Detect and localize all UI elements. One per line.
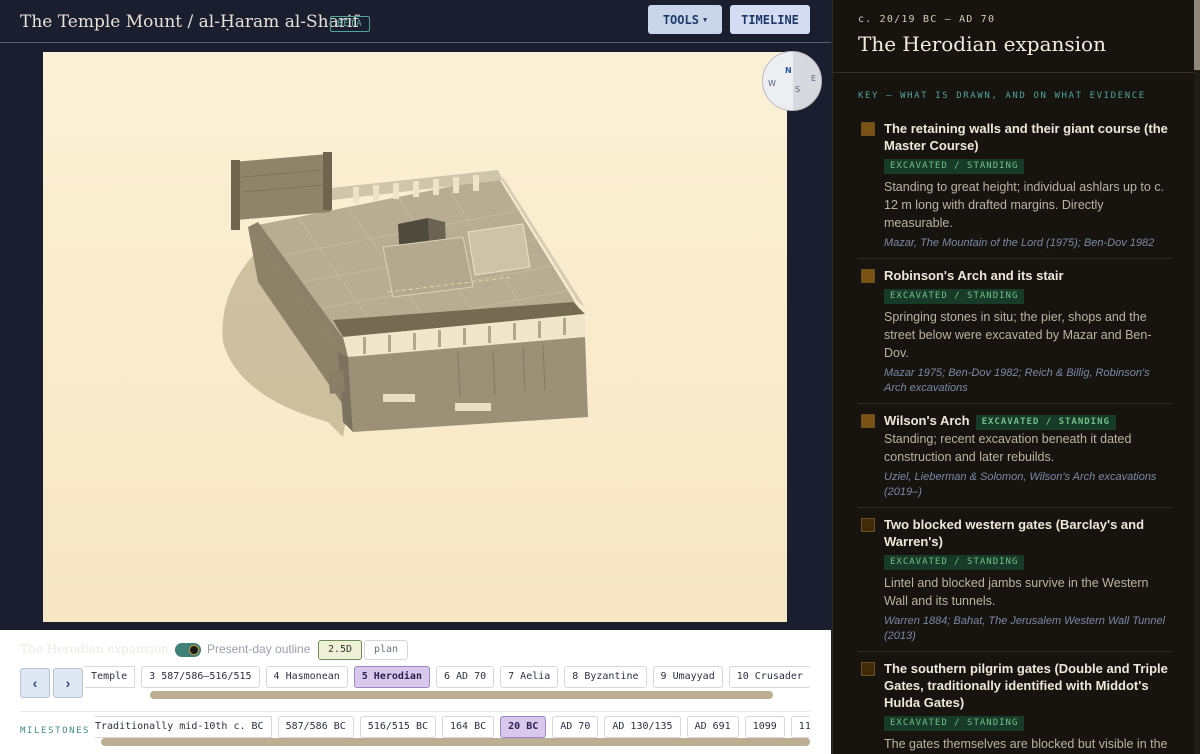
next-era-button[interactable]: › (53, 668, 83, 698)
antonia-fortress (233, 154, 331, 220)
tools-button[interactable]: TOOLS ▼ (648, 5, 722, 34)
evidence-badge: EXCAVATED / STANDING (884, 555, 1025, 570)
milestones-label: MILESTONES (20, 726, 91, 736)
milestone-chip[interactable]: 1187 (790, 716, 810, 738)
key-item-description: The gates themselves are blocked but vis… (884, 737, 1168, 751)
key-item: Wilson's Arch EXCAVATED / STANDING Standin… (858, 404, 1173, 508)
compass-w: W (768, 79, 776, 88)
model-viewport[interactable] (43, 52, 787, 622)
present-day-outline-toggle[interactable] (175, 643, 201, 657)
previous-era-button[interactable]: ‹ (20, 668, 50, 698)
key-item-description: Springing stones in situ; the pier, shop… (884, 310, 1152, 360)
present-day-outline-label: Present-day outline (207, 642, 311, 656)
key-item: The southern pilgrim gates (Double and T… (858, 652, 1173, 754)
compass-e: E (811, 74, 817, 83)
evidence-badge: EXCAVATED / STANDING (975, 415, 1116, 430)
robinsons-arch (328, 370, 345, 394)
era-date-range: c. 20/19 BC – AD 70 (858, 14, 996, 25)
triple-gate (455, 403, 491, 411)
current-era-label: The Herodian expansion (20, 642, 169, 656)
milestone-chip[interactable]: 164 BC (442, 716, 495, 738)
key-swatch-icon[interactable] (861, 269, 875, 283)
caret-down-icon: ▼ (702, 15, 708, 24)
compass-n: N (785, 66, 792, 75)
era-chip[interactable]: 9 Umayyad (652, 666, 723, 688)
era-chip[interactable]: 5 Herodian (353, 666, 430, 688)
compass[interactable]: N E W S (762, 51, 822, 111)
milestone-chip[interactable]: AD 130/135 (604, 716, 681, 738)
key-item-description: Lintel and blocked jambs survive in the … (884, 576, 1149, 608)
era-title: The Herodian expansion (858, 32, 1106, 56)
key-list: The retaining walls and their giant cour… (858, 112, 1173, 754)
key-item: Robinson's Arch and its stair EXCAVATED /… (858, 259, 1173, 404)
app-header: The Temple Mount / al-Ḥaram al-Sharif BE… (0, 0, 831, 43)
key-item-description: Standing; recent excavation beneath it d… (884, 432, 1132, 464)
key-item-source: Warren 1884; Bahat, The Jerusalem Wester… (884, 615, 1166, 642)
key-item-source: Mazar 1975; Ben-Dov 1982; Reich & Billig… (884, 367, 1150, 394)
era-strip-scrollbar[interactable] (150, 691, 773, 699)
milestone-chip[interactable]: 587/586 BC (277, 716, 354, 738)
key-item-title: Robinson's Arch and its stair (884, 267, 1173, 284)
tools-button-label: TOOLS (662, 12, 699, 27)
temple-mount-model (222, 152, 588, 437)
milestone-chip[interactable]: AD 70 (552, 716, 599, 738)
key-item-title-text: The retaining walls and their giant cour… (884, 121, 1168, 153)
era-chip[interactable]: 6 AD 70 (435, 666, 495, 688)
era-strip: 1 Temple3 587/586–516/5154 Hasmonean5 He… (85, 666, 810, 690)
key-item-source: Mazar, The Mountain of the Lord (1975); … (884, 237, 1155, 249)
inner-court (382, 236, 474, 298)
key-item-title-text: Robinson's Arch and its stair (884, 268, 1064, 283)
key-swatch-icon[interactable] (861, 518, 875, 532)
key-item: Two blocked western gates (Barclay's and… (858, 508, 1173, 652)
beta-badge: BETA (330, 16, 370, 32)
evidence-badge: EXCAVATED / STANDING (884, 716, 1025, 731)
double-gate (383, 394, 415, 402)
timeline-button[interactable]: TIMELINE (730, 5, 810, 34)
view-mode-2-5d-button[interactable]: 2.5D (318, 640, 363, 660)
era-chip[interactable]: 8 Byzantine (564, 666, 647, 688)
key-item-title: Wilson's Arch EXCAVATED / STANDING (884, 412, 1173, 430)
compass-s: S (795, 85, 801, 94)
key-item-title: The southern pilgrim gates (Double and T… (884, 660, 1173, 711)
key-swatch-icon[interactable] (861, 122, 875, 136)
evidence-badge: EXCAVATED / STANDING (884, 289, 1025, 304)
key-item: The retaining walls and their giant cour… (858, 112, 1173, 259)
key-swatch-icon[interactable] (861, 414, 875, 428)
milestone-chip[interactable]: 1099 (744, 716, 785, 738)
milestone-chip[interactable]: 516/515 BC (359, 716, 437, 738)
era-chip[interactable]: 10 Crusader (728, 666, 810, 688)
era-chip[interactable]: 7 Aelia (500, 666, 559, 688)
milestone-chip[interactable]: AD 691 (686, 716, 739, 738)
key-item-title-text: The southern pilgrim gates (Double and T… (884, 661, 1168, 710)
era-chip[interactable]: 1 Temple (85, 666, 136, 688)
milestone-strip-scrollbar[interactable] (101, 738, 810, 746)
key-item-title: Two blocked western gates (Barclay's and… (884, 516, 1173, 550)
key-item-description: Standing to great height; individual ash… (884, 180, 1165, 230)
key-item-title: The retaining walls and their giant cour… (884, 120, 1173, 154)
evidence-badge: EXCAVATED / STANDING (884, 159, 1025, 174)
timeline-panel: The Herodian expansion Present-day outli… (0, 630, 831, 754)
milestone-chip[interactable]: Traditionally mid-10th c. BC (95, 716, 272, 738)
key-swatch-icon[interactable] (861, 662, 875, 676)
side-panel-scrollbar[interactable] (1194, 0, 1200, 754)
court-of-women (467, 223, 531, 276)
key-item-source: Uziel, Lieberman & Solomon, Wilson's Arc… (884, 471, 1157, 498)
era-chip[interactable]: 3 587/586–516/515 (141, 666, 260, 688)
app-title: The Temple Mount / al-Ḥaram al-Sharif (20, 12, 359, 32)
milestone-strip: Traditionally mid-10th c. BC 587/586 BC 51… (95, 716, 810, 738)
era-chip[interactable]: 4 Hasmonean (265, 666, 348, 688)
era-detail-panel: c. 20/19 BC – AD 70 The Herodian expansi… (832, 0, 1200, 754)
key-heading: KEY — WHAT IS DRAWN, AND ON WHAT EVIDENC… (858, 91, 1146, 101)
view-mode-plan-button[interactable]: plan (364, 640, 409, 660)
milestone-chip[interactable]: 20 BC (500, 716, 547, 738)
key-item-title-text: Two blocked western gates (Barclay's and… (884, 517, 1145, 549)
key-item-title-text: Wilson's Arch (884, 413, 970, 428)
